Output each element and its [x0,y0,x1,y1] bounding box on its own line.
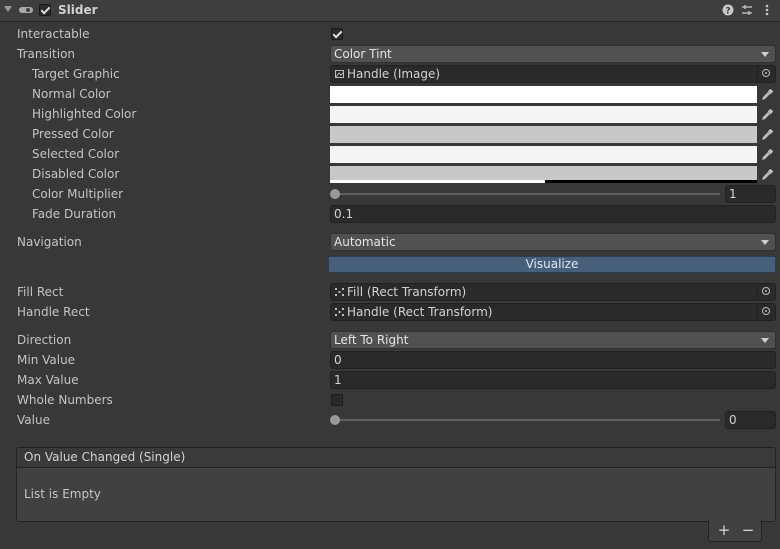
highlighted-color-label: Highlighted Color [32,107,137,121]
handle-rect-value: Handle (Rect Transform) [347,305,493,319]
chevron-down-icon [761,52,769,57]
target-graphic-field[interactable]: Handle (Image) [330,65,776,83]
navigation-label: Navigation [17,235,82,249]
svg-text:?: ? [725,7,730,17]
foldout-arrow-icon[interactable] [4,6,12,12]
disabled-color-swatch[interactable] [330,166,757,183]
fill-rect-field[interactable]: Fill (Rect Transform) [330,283,776,301]
normal-color-swatch[interactable] [330,86,757,103]
eyedropper-icon[interactable] [758,106,776,123]
transition-dropdown[interactable]: Color Tint [330,45,776,63]
disabled-color-label: Disabled Color [32,167,120,181]
more-icon[interactable] [760,3,774,17]
object-picker-icon[interactable] [757,66,775,82]
min-value-label: Min Value [17,353,76,367]
add-listener-button[interactable]: + [714,521,734,539]
presets-icon[interactable] [740,3,754,17]
eyedropper-icon[interactable] [758,126,776,143]
highlighted-color-swatch[interactable] [330,106,757,123]
remove-listener-button[interactable]: − [738,521,758,539]
component-title: Slider [58,3,98,17]
normal-color-label: Normal Color [32,87,111,101]
fill-rect-label: Fill Rect [17,285,64,299]
component-header [0,0,780,22]
fill-rect-value: Fill (Rect Transform) [347,285,467,299]
object-picker-icon[interactable] [757,284,775,300]
image-icon [335,70,344,78]
help-icon[interactable]: ? [721,3,735,17]
color-multiplier-input[interactable]: 1 [725,185,776,203]
event-title: On Value Changed (Single) [17,448,775,468]
min-value-input[interactable]: 0 [330,351,776,369]
navigation-dropdown[interactable]: Automatic [330,233,776,251]
direction-dropdown[interactable]: Left To Right [330,331,776,349]
event-empty-text: List is Empty [24,487,101,501]
value-slider-handle[interactable] [330,415,340,425]
whole-numbers-label: Whole Numbers [17,393,113,407]
target-graphic-value: Handle (Image) [347,67,441,81]
rect-transform-icon [335,308,344,316]
value-slider-track[interactable] [335,419,720,421]
pressed-color-label: Pressed Color [32,127,114,141]
visualize-button[interactable]: Visualize [328,256,776,273]
color-multiplier-label: Color Multiplier [32,187,124,201]
interactable-label: Interactable [17,27,90,41]
pressed-color-swatch[interactable] [330,126,757,143]
rect-transform-icon [335,288,344,296]
transition-label: Transition [17,47,76,61]
value-input[interactable]: 0 [725,411,776,429]
value-label: Value [17,413,50,427]
selected-color-swatch[interactable] [330,146,757,163]
handle-rect-field[interactable]: Handle (Rect Transform) [330,303,776,321]
eyedropper-icon[interactable] [758,146,776,163]
visibility-icon[interactable] [19,6,33,14]
color-multiplier-slider-track[interactable] [335,193,720,195]
navigation-value: Automatic [334,235,396,249]
transition-value: Color Tint [334,47,392,61]
fade-duration-label: Fade Duration [32,207,117,221]
eyedropper-icon[interactable] [758,166,776,183]
target-graphic-label: Target Graphic [32,67,120,81]
whole-numbers-checkbox[interactable] [331,394,343,406]
direction-label: Direction [17,333,72,347]
fade-duration-input[interactable]: 0.1 [330,205,776,223]
direction-value: Left To Right [334,333,409,347]
alpha-bar-remainder [545,180,757,183]
component-enabled-checkbox[interactable] [39,4,51,16]
color-multiplier-slider-handle[interactable] [330,189,340,199]
alpha-bar [330,180,545,183]
chevron-down-icon [761,240,769,245]
interactable-checkbox[interactable] [331,28,343,40]
object-picker-icon[interactable] [757,304,775,320]
eyedropper-icon[interactable] [758,86,776,103]
selected-color-label: Selected Color [32,147,120,161]
chevron-down-icon [761,338,769,343]
max-value-label: Max Value [17,373,79,387]
handle-rect-label: Handle Rect [17,305,90,319]
max-value-input[interactable]: 1 [330,371,776,389]
